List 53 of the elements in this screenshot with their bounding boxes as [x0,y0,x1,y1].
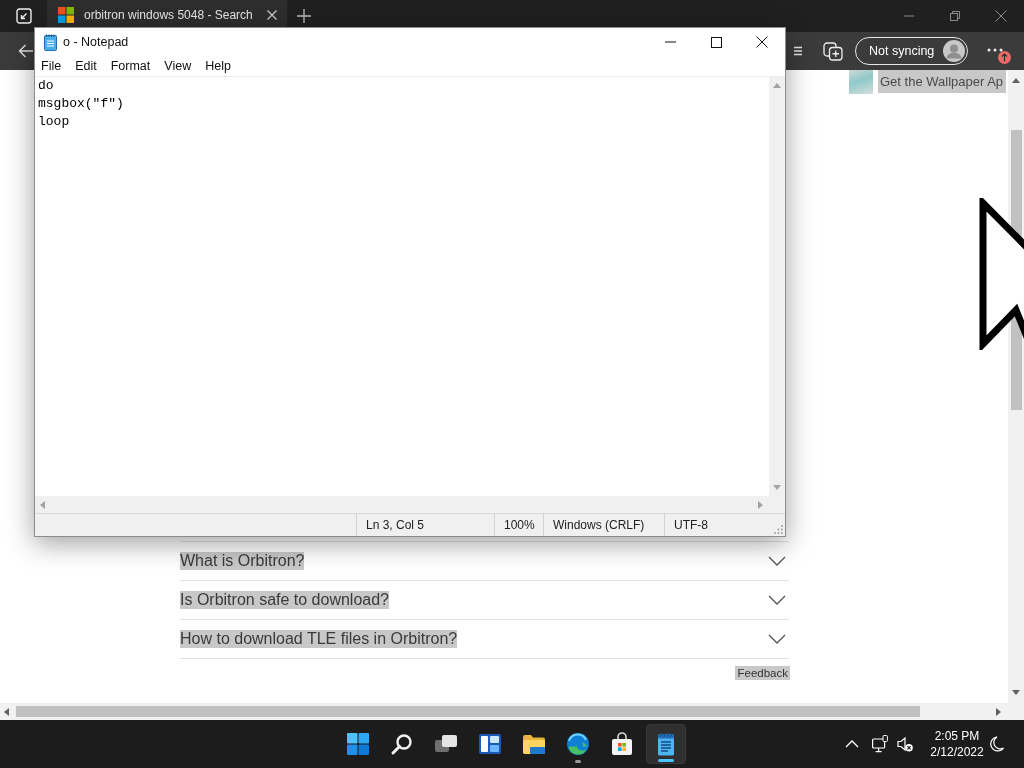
folder-icon [522,732,546,756]
menu-item[interactable]: View [157,59,199,73]
avatar-icon [943,40,965,62]
status-text: Ln 3, Col 5 [366,518,425,532]
chevron-up-icon[interactable] [845,740,859,748]
banner-link[interactable]: Get the Wallpaper Ap [878,70,1006,93]
restore-icon[interactable] [950,11,960,21]
four-squares-icon [58,7,74,23]
chevron-down-icon[interactable] [768,556,786,566]
faq-question[interactable]: Is Orbitron safe to download? [180,581,789,620]
notepad-icon [44,33,57,51]
scroll-down-icon[interactable] [1012,690,1020,695]
clock-button[interactable]: 2:05 PM 2/12/2022 [926,728,988,760]
start-icon [346,732,370,756]
close-icon[interactable] [756,36,768,48]
chevron-down-icon[interactable] [768,595,786,605]
back-arrow-icon[interactable] [18,44,34,58]
chevron-down-icon[interactable] [768,634,786,644]
arrow-badge-icon [998,51,1011,64]
scroll-left-icon[interactable] [4,707,9,716]
more-icon[interactable] [987,48,1003,52]
status-text: 100% [504,518,535,532]
menu-item[interactable]: Edit [68,59,104,73]
scrollbar-thumb[interactable] [16,706,920,717]
document-text: do msgbox("f") loop [37,77,125,131]
minimize-icon[interactable] [664,41,676,43]
shopping-bag-icon [610,732,634,756]
panel-icon [478,732,502,756]
moon-icon[interactable] [990,736,1004,752]
menu-item[interactable]: Format [103,59,158,73]
scroll-up-icon[interactable] [1012,78,1020,83]
status-text: UTF-8 [674,518,708,532]
squares-plus-icon[interactable] [823,41,843,61]
mouse-pointer-icon [978,198,1024,350]
search-icon [390,732,414,756]
menu-item[interactable]: Help [198,59,238,73]
window-title: o - Notepad [63,35,129,49]
monitor-icon[interactable] [872,735,888,753]
scroll-right-icon[interactable] [996,707,1001,716]
feedback-link[interactable]: Feedback [735,666,790,680]
menu-item[interactable]: File [35,59,69,73]
thumbnail-placeholder [849,70,873,94]
taskbar-button[interactable] [646,724,686,764]
resize-grip-icon[interactable] [773,524,783,534]
status-text: Windows (CRLF) [553,518,645,532]
volume-muted-icon[interactable] [897,736,913,752]
faq-question[interactable]: What is Orbitron? [180,542,789,581]
maximize-icon[interactable] [710,36,722,48]
plus-icon[interactable] [297,9,311,23]
swirl-icon [566,732,590,756]
browser-tab[interactable]: orbitron windows 5048 - Search [47,0,287,27]
faq-question[interactable]: How to download TLE files in Orbitron? [180,620,789,659]
lines-icon[interactable] [794,46,802,56]
